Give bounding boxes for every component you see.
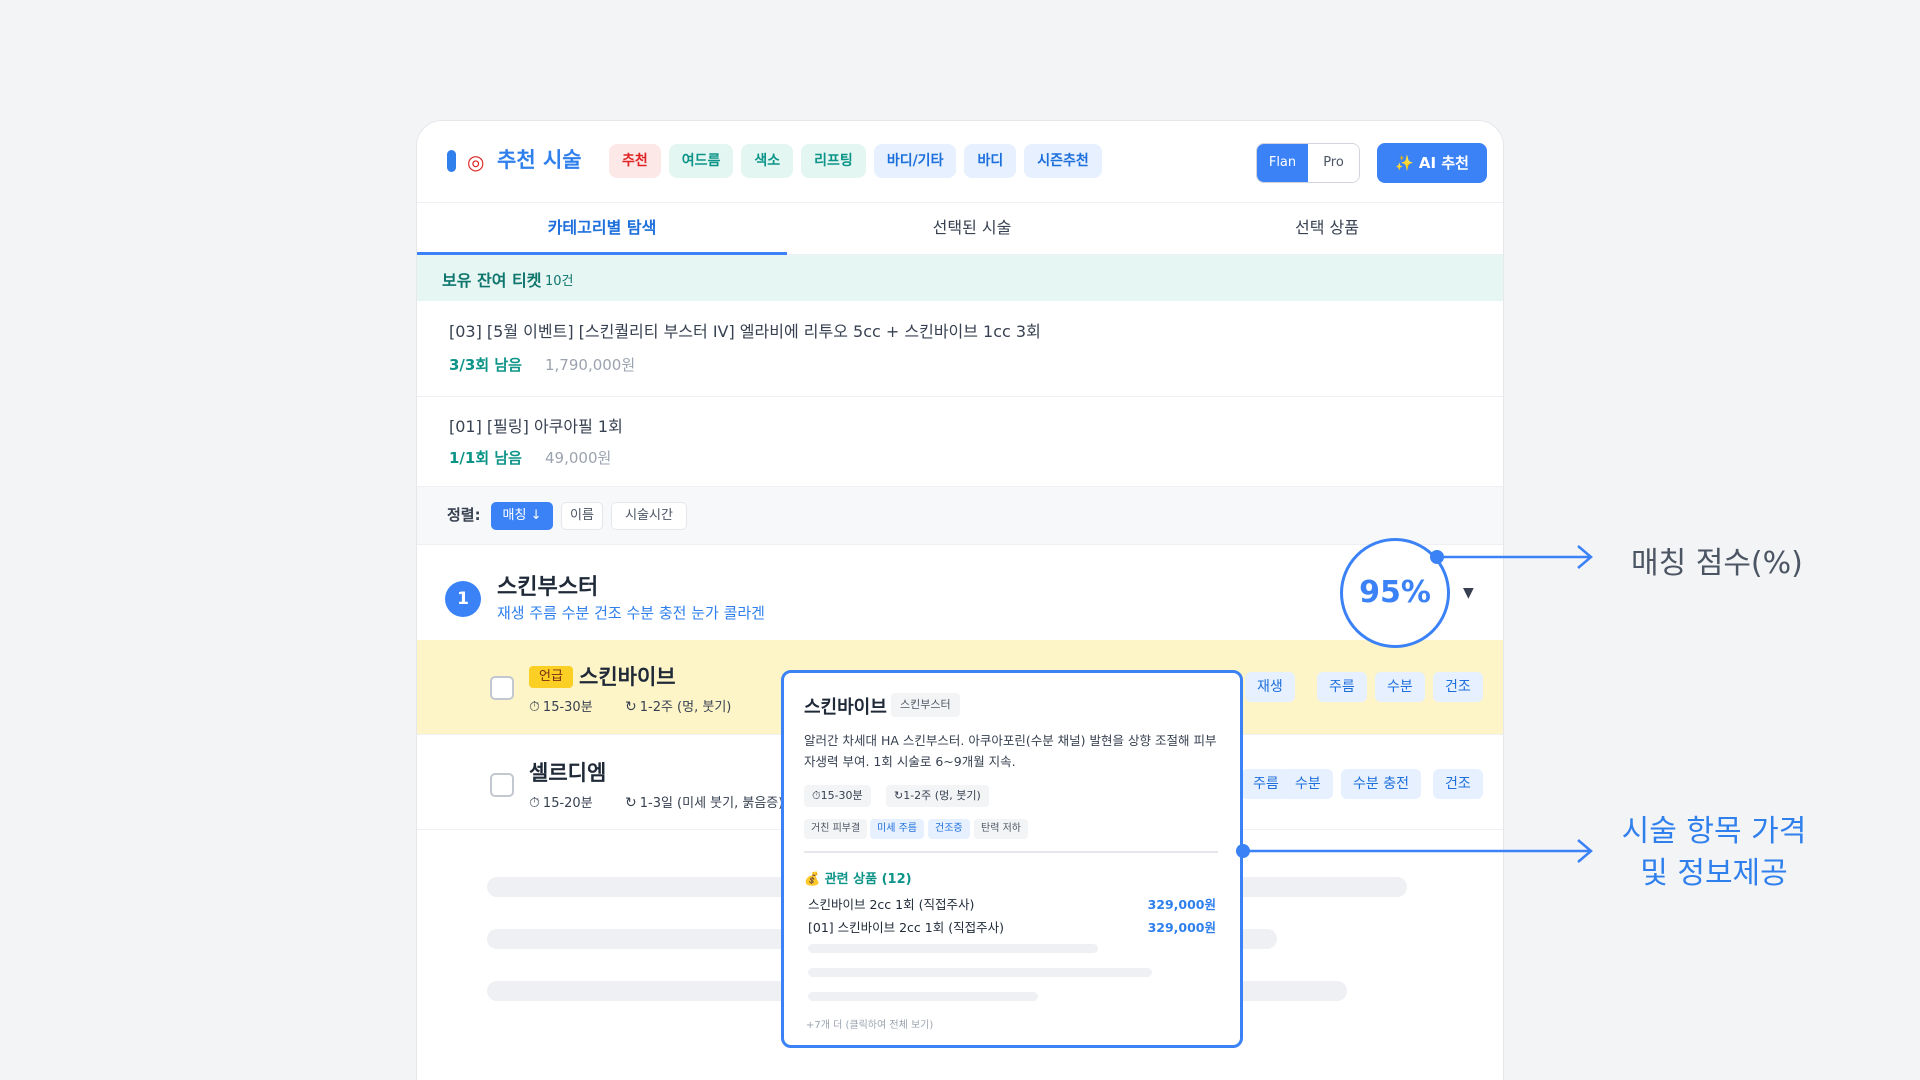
match-score-annotation: 매칭 점수(%): [1631, 546, 1803, 581]
price-info-annotation: 시술 항목 가격 및 정보제공: [1612, 811, 1816, 895]
anchor-dot: [1236, 844, 1250, 858]
price-info-annotation-line1: 시술 항목 가격: [1621, 814, 1807, 849]
price-info-annotation-line2: 및 정보제공: [1640, 856, 1788, 891]
anchor-dot: [1430, 550, 1444, 564]
